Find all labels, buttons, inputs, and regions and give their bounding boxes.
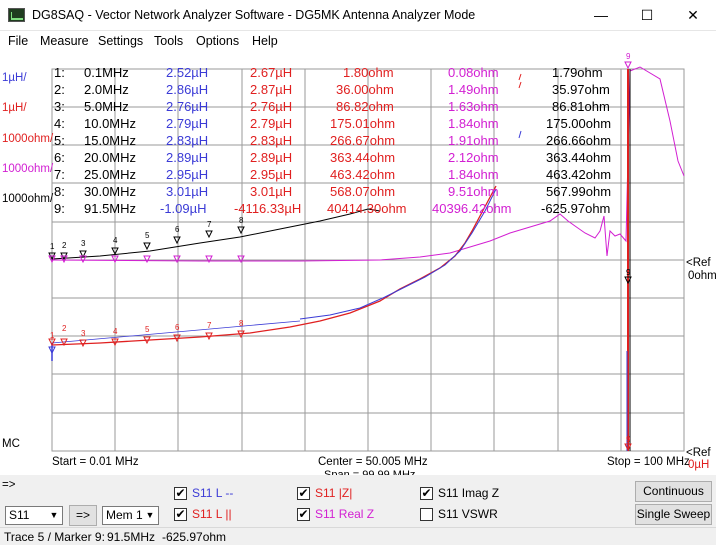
trace-select[interactable]: S11 ▼ [5,506,63,525]
svg-text:2: 2 [62,241,67,250]
svg-text:8: 8 [239,319,244,328]
menu-bar: File Measure Settings Tools Options Help [0,31,716,51]
menu-measure[interactable]: Measure [40,34,89,48]
svg-text:9: 9 [626,52,631,61]
checkbox-label: S11 Imag Z [438,486,500,500]
continuous-button[interactable]: Continuous [635,481,712,502]
checkbox-box[interactable]: ✔ [420,487,433,500]
ref-bottom-value: 0µH [688,459,710,471]
svg-text:6: 6 [175,225,180,234]
checkbox-s11-abs-z[interactable]: ✔ S11 |Z| [297,486,407,502]
maximize-icon[interactable]: ☐ [624,0,670,31]
svg-text:4: 4 [113,327,118,336]
marker-row: 9: 91.5MHz -1.09µH -4116.33µH 40414.30oh… [54,201,611,216]
menu-settings[interactable]: Settings [98,34,143,48]
svg-text:5: 5 [145,325,150,334]
checkbox-label: S11 VSWR [438,507,498,521]
status-frequency: 91.5MHz [107,530,156,544]
svg-text:7: 7 [207,321,212,330]
marker-row: 8: 30.0MHz 3.01µH 3.01µH 568.07ohm 9.51o… [54,184,612,199]
svg-text:9: 9 [626,268,631,277]
svg-text:1: 1 [50,331,55,340]
chevron-down-icon: ▼ [49,510,59,520]
window-title: DG8SAQ - Vector Network Analyzer Softwar… [32,8,476,22]
close-icon[interactable]: ✕ [670,0,716,31]
single-sweep-button[interactable]: Single Sweep [635,504,712,525]
trace-select-value: S11 [9,508,30,522]
memory-select-value: Mem 1 [106,508,143,522]
checkbox-s11-imag-z[interactable]: ✔ S11 Imag Z [420,486,530,502]
checkbox-s11-vswr[interactable]: S11 VSWR [420,507,530,523]
memory-select[interactable]: Mem 1 ▼ [102,506,159,525]
status-trace-marker: Trace 5 / Marker 9: [4,530,105,544]
marker-row: 3: 5.0MHz 2.76µH 2.76µH 86.82ohm 1.63ohm… [54,99,610,114]
svg-text:1: 1 [50,242,55,251]
marker-row: 1: 0.1MHz 2.52µH 2.67µH 1.80ohm 0.08ohm … [54,65,603,80]
svg-text:3: 3 [81,239,86,248]
start-frequency: Start = 0.01 MHz [52,456,139,468]
marker-row: 2: 2.0MHz 2.86µH 2.87µH 36.00ohm 1.49ohm… [54,82,610,97]
checkbox-box[interactable]: ✔ [297,487,310,500]
svg-text:2: 2 [62,324,67,333]
svg-text:6: 6 [175,323,180,332]
svg-text:7: 7 [207,220,212,229]
menu-options[interactable]: Options [196,34,239,48]
menu-tools[interactable]: Tools [154,34,183,48]
svg-text:4: 4 [113,236,118,245]
status-bar: Trace 5 / Marker 9: 91.5MHz -625.97ohm [0,527,716,545]
checkbox-box[interactable]: ✔ [174,508,187,521]
ref-top-label: <Ref [686,257,711,269]
svg-text:3: 3 [81,329,86,338]
chevron-down-icon: ▼ [145,510,155,520]
menu-file[interactable]: File [8,34,28,48]
marker-row: 7: 25.0MHz 2.95µH 2.95µH 463.42ohm 1.84o… [54,167,612,182]
checkbox-box[interactable]: ✔ [174,487,187,500]
svg-text:5: 5 [145,231,150,240]
center-frequency: Center = 50.005 MHz [318,456,428,468]
status-value: -625.97ohm [162,530,227,544]
mc-label: MC [2,438,20,450]
checkbox-label: S11 Real Z [315,507,375,521]
marker-row: 5: 15.0MHz 2.83µH 2.83µH 266.67ohm 1.91o… [54,133,612,148]
arrow-indicator: => [2,479,16,491]
checkbox-s11-real-z[interactable]: ✔ S11 Real Z [297,507,407,523]
svg-text:9: 9 [626,435,631,444]
plot-area[interactable]: 12 34 56 78 12 34 56 78 9 9 9 1µH/ 1µH/ … [0,51,716,481]
stop-frequency: Stop = 100 MHz [607,456,690,468]
title-bar: DG8SAQ - Vector Network Analyzer Softwar… [0,0,716,31]
checkbox-box[interactable] [420,508,433,521]
checkbox-label: S11 L || [192,507,232,521]
control-panel: => S11 ▼ => Mem 1 ▼ ✔ S11 L -- ✔ S11 L |… [0,475,716,527]
checkbox-label: S11 |Z| [315,486,353,500]
menu-help[interactable]: Help [252,34,278,48]
checkbox-label: S11 L -- [192,486,234,500]
vna-app-icon [8,8,25,22]
checkbox-box[interactable]: ✔ [297,508,310,521]
copy-arrow-button[interactable]: => [69,505,97,526]
ref-top-value: 0ohm [688,270,716,282]
checkbox-s11-l-series[interactable]: ✔ S11 L -- [174,486,284,502]
marker-row: 4: 10.0MHz 2.79µH 2.79µH 175.01ohm 1.84o… [54,116,612,131]
minimize-icon[interactable]: — [578,0,624,31]
marker-row: 6: 20.0MHz 2.89µH 2.89µH 363.44ohm 2.12o… [54,150,612,165]
checkbox-s11-l-parallel[interactable]: ✔ S11 L || [174,507,284,523]
